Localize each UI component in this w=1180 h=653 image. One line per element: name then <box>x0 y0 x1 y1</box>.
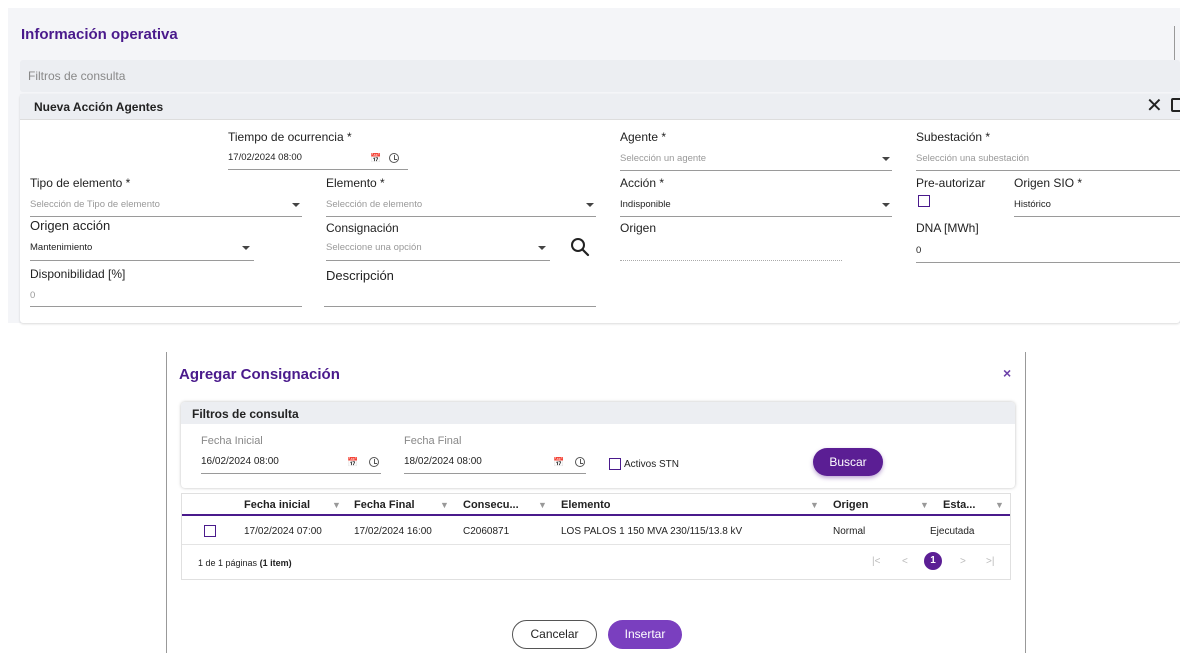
activos-stn-label: Activos STN <box>624 459 680 470</box>
tipo-elemento-label: Tipo de elemento * <box>30 176 131 190</box>
pager-pages: 1 de 1 páginas <box>198 558 258 568</box>
close-icon[interactable]: ✕ <box>1146 96 1163 116</box>
new-agent-action-card: Nueva Acción Agentes ✕ Tiempo de ocurren… <box>20 94 1180 323</box>
chevron-down-icon[interactable] <box>538 246 546 250</box>
dna-input[interactable]: 0 <box>916 245 921 256</box>
filter-icon[interactable]: ▼ <box>995 500 1004 510</box>
chevron-down-icon[interactable] <box>242 246 250 250</box>
insert-button[interactable]: Insertar <box>608 620 682 649</box>
filter-icon[interactable]: ▼ <box>332 500 341 510</box>
accion-select[interactable]: Indisponible <box>620 199 671 210</box>
chevron-down-icon[interactable] <box>882 203 890 207</box>
elemento-label: Elemento * <box>326 176 385 190</box>
clock-icon[interactable] <box>389 153 399 163</box>
origen-field[interactable] <box>620 260 842 261</box>
pager-items: (1 item) <box>259 558 292 568</box>
origen-accion-label: Origen acción <box>30 218 111 233</box>
subestacion-label: Subestación * <box>916 130 991 144</box>
fecha-final-input[interactable]: 18/02/2024 08:00 <box>404 456 482 467</box>
add-consignacion-modal: Agregar Consignación × Filtros de consul… <box>166 352 1026 653</box>
buscar-button[interactable]: Buscar <box>813 448 883 476</box>
disponibilidad-input[interactable]: 0 <box>30 290 35 301</box>
filter-icon[interactable]: ▼ <box>810 500 819 510</box>
descripcion-input[interactable] <box>324 306 596 307</box>
cell-elemento: LOS PALOS 1 150 MVA 230/115/13.8 kV <box>561 526 743 537</box>
clock-icon[interactable] <box>369 457 379 467</box>
filter-icon[interactable]: ▼ <box>440 500 449 510</box>
first-page-icon[interactable]: |< <box>872 556 880 567</box>
filters-label: Filtros de consulta <box>28 69 126 83</box>
consignacion-select[interactable]: Seleccione una opción <box>326 242 422 253</box>
cancel-button[interactable]: Cancelar <box>512 620 597 649</box>
cell-fecha-inicial: 17/02/2024 07:00 <box>244 526 322 537</box>
modal-filters-title: Filtros de consulta <box>192 407 299 421</box>
panel-edge-icon <box>1174 26 1176 60</box>
cell-estado: Ejecutada <box>930 526 975 537</box>
row-checkbox[interactable] <box>204 525 216 537</box>
page-button-current[interactable]: 1 <box>924 552 942 570</box>
col-elemento[interactable]: Elemento <box>561 499 611 511</box>
fecha-final-label: Fecha Final <box>404 435 462 447</box>
cell-consecutivo: C2060871 <box>463 526 510 537</box>
elemento-select[interactable]: Selección de elemento <box>326 199 422 210</box>
modal-filters-header: Filtros de consulta <box>181 402 1015 424</box>
fecha-inicial-label: Fecha Inicial <box>201 435 263 447</box>
chevron-down-icon[interactable] <box>882 157 890 161</box>
agente-label: Agente * <box>620 130 667 144</box>
cell-fecha-final: 17/02/2024 16:00 <box>354 526 432 537</box>
origen-sio-select[interactable]: Histórico <box>1014 199 1051 210</box>
calendar-icon[interactable]: 📅 <box>370 153 381 164</box>
preautorizar-label: Pre-autorizar <box>916 176 986 190</box>
next-page-icon[interactable]: > <box>960 556 966 567</box>
filter-icon[interactable]: ▼ <box>920 500 929 510</box>
prev-page-icon[interactable]: < <box>902 556 908 567</box>
origen-sio-label: Origen SIO * <box>1014 176 1083 190</box>
agente-select[interactable]: Selección un agente <box>620 153 706 164</box>
chevron-down-icon[interactable] <box>586 203 594 207</box>
search-icon[interactable] <box>570 237 590 257</box>
tiempo-input[interactable]: 17/02/2024 08:00 <box>228 152 302 163</box>
clock-icon[interactable] <box>575 457 585 467</box>
cell-origen: Normal <box>833 526 866 537</box>
filter-icon[interactable]: ▼ <box>538 500 547 510</box>
accion-label: Acción * <box>620 176 665 190</box>
col-consecutivo[interactable]: Consecu... <box>463 499 519 511</box>
col-fecha-final[interactable]: Fecha Final <box>354 499 415 511</box>
pager-info: 1 de 1 páginas (1 item) <box>198 558 292 568</box>
modal-filters-box: Filtros de consulta Fecha Inicial 16/02/… <box>181 402 1015 488</box>
activos-stn-checkbox[interactable] <box>609 458 621 470</box>
tiempo-label: Tiempo de ocurrencia * <box>228 130 352 144</box>
calendar-icon[interactable]: 📅 <box>347 457 358 468</box>
filters-bar[interactable]: Filtros de consulta <box>20 60 1180 92</box>
dna-label: DNA [MWh] <box>916 221 979 235</box>
consignaciones-grid: Fecha inicial ▼ Fecha Final ▼ Consecu...… <box>181 493 1011 580</box>
card-header: Nueva Acción Agentes ✕ <box>20 94 1180 120</box>
descripcion-label: Descripción <box>326 268 394 283</box>
col-estado[interactable]: Esta... <box>943 499 975 511</box>
page-title: Información operativa <box>21 26 178 43</box>
grid-header: Fecha inicial ▼ Fecha Final ▼ Consecu...… <box>182 494 1010 516</box>
last-page-icon[interactable]: >| <box>986 556 994 567</box>
origen-accion-select[interactable]: Mantenimiento <box>30 242 92 253</box>
save-icon[interactable] <box>1171 98 1180 112</box>
col-fecha-inicial[interactable]: Fecha inicial <box>244 499 310 511</box>
origen-label: Origen <box>620 221 657 235</box>
col-origen[interactable]: Origen <box>833 499 868 511</box>
fecha-inicial-input[interactable]: 16/02/2024 08:00 <box>201 456 279 467</box>
modal-title: Agregar Consignación <box>179 366 340 383</box>
consignacion-label: Consignación <box>326 221 399 235</box>
preautorizar-checkbox[interactable] <box>918 195 930 207</box>
operational-info-panel: Información operativa Filtros de consult… <box>8 8 1180 323</box>
subestacion-select[interactable]: Selección una subestación <box>916 153 1029 164</box>
chevron-down-icon[interactable] <box>292 203 300 207</box>
tipo-elemento-select[interactable]: Selección de Tipo de elemento <box>30 199 160 210</box>
disponibilidad-label: Disponibilidad [%] <box>30 267 126 281</box>
close-icon[interactable]: × <box>1003 365 1011 381</box>
calendar-icon[interactable]: 📅 <box>553 457 564 468</box>
card-title: Nueva Acción Agentes <box>34 100 164 114</box>
